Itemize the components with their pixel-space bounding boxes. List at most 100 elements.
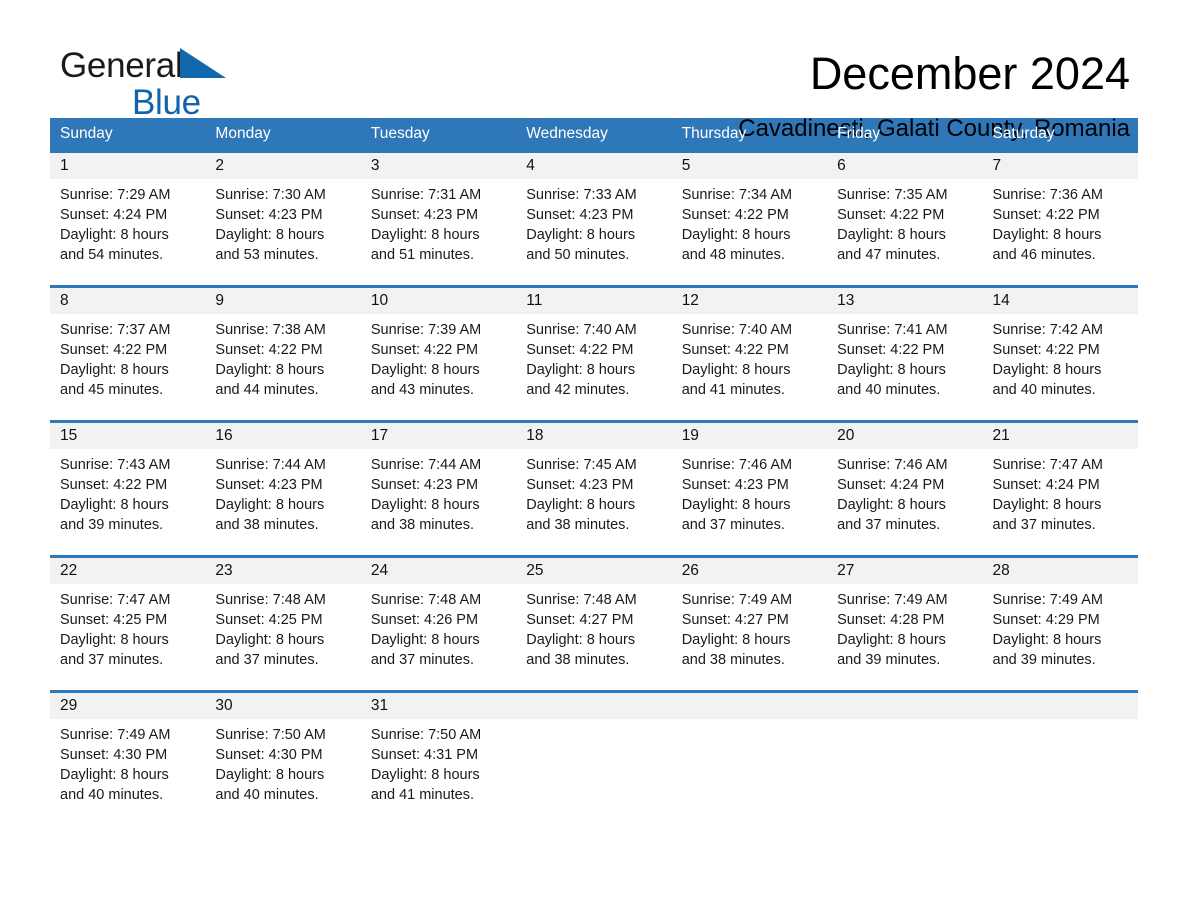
calendar-day-cell[interactable]: 4 Sunrise: 7:33 AM Sunset: 4:23 PM Daylight… bbox=[516, 153, 672, 279]
weekday-header-row: Sunday Monday Tuesday Wednesday Thursday… bbox=[50, 118, 1138, 150]
sunset-text: Sunset: 4:22 PM bbox=[681, 207, 789, 223]
calendar-day-cell[interactable]: 12 Sunrise: 7:40 AM Sunset: 4:22 PM Dayligh… bbox=[671, 288, 828, 414]
day-number: 27 bbox=[837, 562, 855, 579]
daylight-text-line2: and 37 minutes. bbox=[837, 517, 941, 533]
calendar-day-cell[interactable]: 9 Sunrise: 7:38 AM Sunset: 4:22 PM Daylight… bbox=[205, 288, 361, 414]
sunset-text: Sunset: 4:22 PM bbox=[215, 342, 323, 358]
daylight-text-line2: and 47 minutes. bbox=[837, 247, 941, 263]
sunset-text: Sunset: 4:24 PM bbox=[837, 477, 945, 493]
day-details: Sunrise: 7:29 AM Sunset: 4:24 PM Daylight:… bbox=[50, 179, 205, 265]
daylight-text-line2: and 38 minutes. bbox=[526, 652, 630, 668]
calendar-day-cell[interactable]: 5 Sunrise: 7:34 AM Sunset: 4:22 PM Daylight… bbox=[671, 153, 828, 279]
sunrise-text: Sunrise: 7:35 AM bbox=[837, 187, 948, 203]
day-number-band: 22 bbox=[50, 558, 206, 584]
day-number-band: 2 bbox=[205, 153, 361, 179]
calendar-day-cell[interactable]: 31 Sunrise: 7:50 AM Sunset: 4:31 PM Dayligh… bbox=[360, 693, 517, 819]
calendar-day-cell[interactable]: 26 Sunrise: 7:49 AM Sunset: 4:27 PM Dayligh… bbox=[671, 558, 828, 684]
day-number-band: 15 bbox=[50, 423, 206, 449]
daylight-text-line2: and 44 minutes. bbox=[215, 382, 319, 398]
day-details bbox=[672, 719, 827, 725]
day-number: 9 bbox=[215, 292, 225, 309]
calendar-day-cell[interactable]: 27 Sunrise: 7:49 AM Sunset: 4:28 PM Dayligh… bbox=[827, 558, 983, 684]
general-blue-logo[interactable]: General Blue bbox=[50, 48, 320, 121]
day-number-band: 5 bbox=[671, 153, 828, 179]
sunset-text: Sunset: 4:23 PM bbox=[370, 477, 479, 493]
day-number-band: 12 bbox=[671, 288, 828, 314]
day-number: 5 bbox=[681, 157, 691, 174]
daylight-text-line1: Daylight: 8 hours bbox=[992, 362, 1102, 378]
day-details: Sunrise: 7:48 AM Sunset: 4:26 PM Daylight:… bbox=[361, 584, 516, 670]
day-details: Sunrise: 7:41 AM Sunset: 4:22 PM Daylight:… bbox=[827, 314, 982, 400]
day-details: Sunrise: 7:47 AM Sunset: 4:24 PM Daylight:… bbox=[983, 449, 1138, 535]
calendar-day-cell[interactable]: 29 Sunrise: 7:49 AM Sunset: 4:30 PM Dayligh… bbox=[50, 693, 206, 819]
day-number: 31 bbox=[370, 697, 389, 714]
calendar-day-cell[interactable]: 23 Sunrise: 7:48 AM Sunset: 4:25 PM Dayligh… bbox=[205, 558, 361, 684]
day-number-band: 30 bbox=[205, 693, 361, 719]
calendar-day-cell[interactable]: 30 Sunrise: 7:50 AM Sunset: 4:30 PM Dayligh… bbox=[205, 693, 361, 819]
calendar-day-cell[interactable]: 18 Sunrise: 7:45 AM Sunset: 4:23 PM Dayligh… bbox=[516, 423, 672, 549]
calendar-day-cell[interactable]: 6 Sunrise: 7:35 AM Sunset: 4:22 PM Daylight… bbox=[827, 153, 983, 279]
sunrise-text: Sunrise: 7:33 AM bbox=[526, 187, 637, 203]
daylight-text-line2: and 42 minutes. bbox=[526, 382, 630, 398]
calendar-day-cell[interactable]: 10 Sunrise: 7:39 AM Sunset: 4:22 PM Dayligh… bbox=[360, 288, 517, 414]
sunrise-text: Sunrise: 7:29 AM bbox=[60, 187, 171, 203]
weekday-header-saturday: Saturday bbox=[992, 125, 1055, 142]
day-number-band: 23 bbox=[205, 558, 361, 584]
daylight-text-line1: Daylight: 8 hours bbox=[60, 497, 169, 513]
calendar-day-cell[interactable]: 11 Sunrise: 7:40 AM Sunset: 4:22 PM Dayligh… bbox=[516, 288, 672, 414]
logo-text-general: General bbox=[60, 46, 183, 85]
sunset-text: Sunset: 4:22 PM bbox=[370, 342, 479, 358]
calendar-day-cell[interactable]: 24 Sunrise: 7:48 AM Sunset: 4:26 PM Dayligh… bbox=[360, 558, 517, 684]
daylight-text-line1: Daylight: 8 hours bbox=[370, 767, 480, 783]
calendar-week-row: 1 Sunrise: 7:29 AM Sunset: 4:24 PM Daylight… bbox=[50, 150, 1138, 279]
calendar-day-cell[interactable]: 3 Sunrise: 7:31 AM Sunset: 4:23 PM Daylight… bbox=[360, 153, 517, 279]
calendar-day-cell[interactable]: 21 Sunrise: 7:47 AM Sunset: 4:24 PM Dayligh… bbox=[982, 423, 1138, 549]
daylight-text-line2: and 51 minutes. bbox=[370, 247, 475, 263]
day-number-band bbox=[516, 693, 672, 719]
day-number-band: 14 bbox=[982, 288, 1138, 314]
calendar-day-cell[interactable]: 22 Sunrise: 7:47 AM Sunset: 4:25 PM Dayligh… bbox=[50, 558, 206, 684]
daylight-text-line2: and 37 minutes. bbox=[60, 652, 164, 668]
daylight-text-line1: Daylight: 8 hours bbox=[837, 362, 946, 378]
calendar-day-cell[interactable]: 7 Sunrise: 7:36 AM Sunset: 4:22 PM Daylight… bbox=[982, 153, 1138, 279]
day-number-band bbox=[982, 693, 1138, 719]
calendar-day-cell[interactable]: 28 Sunrise: 7:49 AM Sunset: 4:29 PM Dayligh… bbox=[982, 558, 1138, 684]
calendar-day-cell[interactable]: 2 Sunrise: 7:30 AM Sunset: 4:23 PM Daylight… bbox=[205, 153, 361, 279]
calendar-day-cell[interactable]: 14 Sunrise: 7:42 AM Sunset: 4:22 PM Dayligh… bbox=[982, 288, 1138, 414]
sunrise-text: Sunrise: 7:49 AM bbox=[60, 727, 171, 743]
daylight-text-line1: Daylight: 8 hours bbox=[681, 497, 791, 513]
daylight-text-line1: Daylight: 8 hours bbox=[370, 227, 480, 243]
day-number-band: 4 bbox=[516, 153, 672, 179]
daylight-text-line2: and 37 minutes. bbox=[215, 652, 319, 668]
day-number: 6 bbox=[837, 157, 846, 174]
logo-triangle-icon bbox=[180, 48, 228, 89]
day-number-band: 26 bbox=[671, 558, 828, 584]
sunset-text: Sunset: 4:23 PM bbox=[370, 207, 479, 223]
day-number: 25 bbox=[526, 562, 544, 579]
daylight-text-line1: Daylight: 8 hours bbox=[526, 497, 636, 513]
calendar-day-cell[interactable]: 16 Sunrise: 7:44 AM Sunset: 4:23 PM Dayligh… bbox=[205, 423, 361, 549]
calendar-day-cell[interactable]: 15 Sunrise: 7:43 AM Sunset: 4:22 PM Dayligh… bbox=[50, 423, 206, 549]
calendar-day-cell[interactable]: 1 Sunrise: 7:29 AM Sunset: 4:24 PM Daylight… bbox=[50, 153, 206, 279]
sunrise-text: Sunrise: 7:38 AM bbox=[215, 322, 326, 338]
calendar-day-cell[interactable]: 8 Sunrise: 7:37 AM Sunset: 4:22 PM Daylight… bbox=[50, 288, 206, 414]
daylight-text-line1: Daylight: 8 hours bbox=[837, 227, 946, 243]
sunrise-text: Sunrise: 7:48 AM bbox=[370, 592, 482, 608]
day-details: Sunrise: 7:42 AM Sunset: 4:22 PM Daylight:… bbox=[983, 314, 1138, 400]
sunrise-text: Sunrise: 7:46 AM bbox=[837, 457, 948, 473]
daylight-text-line1: Daylight: 8 hours bbox=[837, 497, 946, 513]
sunset-text: Sunset: 4:23 PM bbox=[526, 207, 634, 223]
calendar-day-cell[interactable]: 20 Sunrise: 7:46 AM Sunset: 4:24 PM Dayligh… bbox=[827, 423, 983, 549]
calendar-day-cell[interactable]: 25 Sunrise: 7:48 AM Sunset: 4:27 PM Dayligh… bbox=[516, 558, 672, 684]
daylight-text-line2: and 38 minutes. bbox=[681, 652, 785, 668]
calendar-day-cell[interactable]: 13 Sunrise: 7:41 AM Sunset: 4:22 PM Dayligh… bbox=[827, 288, 983, 414]
calendar-day-cell[interactable]: 17 Sunrise: 7:44 AM Sunset: 4:23 PM Dayligh… bbox=[360, 423, 517, 549]
calendar-week-row: 15 Sunrise: 7:43 AM Sunset: 4:22 PM Dayligh… bbox=[50, 420, 1138, 549]
sunset-text: Sunset: 4:30 PM bbox=[215, 747, 323, 763]
day-number-band bbox=[671, 693, 828, 719]
daylight-text-line1: Daylight: 8 hours bbox=[370, 362, 480, 378]
day-number: 4 bbox=[526, 157, 535, 174]
sunrise-text: Sunrise: 7:30 AM bbox=[215, 187, 326, 203]
day-number: 29 bbox=[60, 697, 78, 714]
calendar-day-cell[interactable]: 19 Sunrise: 7:46 AM Sunset: 4:23 PM Dayligh… bbox=[671, 423, 828, 549]
